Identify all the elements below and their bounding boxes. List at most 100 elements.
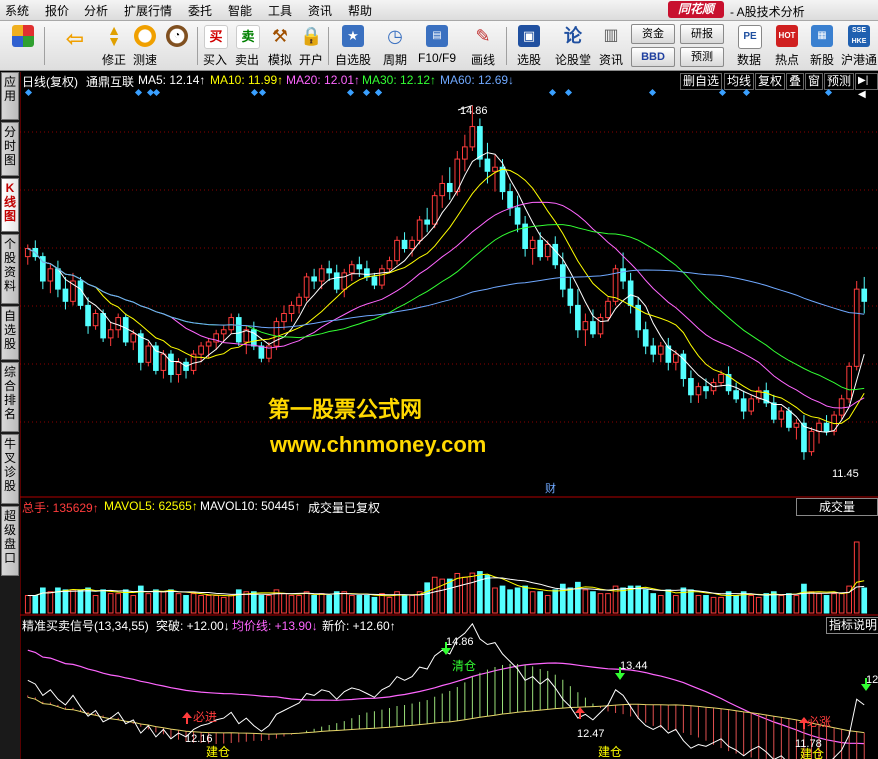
volume-bar xyxy=(198,595,204,614)
candle-body xyxy=(258,345,265,359)
stock-screen-button[interactable]: ▣ 选股 xyxy=(512,23,546,68)
stock-screen-label: 选股 xyxy=(516,53,541,67)
kline-chart[interactable]: 14.86 11.45 财 14.86 13.44 12.16 12.47 11… xyxy=(20,72,878,759)
menu-help[interactable]: 帮助 xyxy=(348,2,372,19)
menu-quote[interactable]: 报价 xyxy=(45,2,69,19)
data-label: 数据 xyxy=(736,53,761,67)
candle-body xyxy=(733,390,739,400)
trough2-label: 12.47 xyxy=(577,728,605,740)
menu-trade[interactable]: 委托 xyxy=(188,2,212,19)
candle-body xyxy=(431,195,438,225)
volume-bar xyxy=(612,585,619,614)
menu-extended-quote[interactable]: 扩展行情 xyxy=(124,2,172,19)
bbd-button[interactable]: BBD xyxy=(631,47,675,67)
signal-diamond xyxy=(362,88,371,97)
volume-bar xyxy=(665,589,672,614)
last-value-label: 12 xyxy=(866,674,878,686)
signal-diamond xyxy=(564,88,573,97)
side-tab-profile[interactable]: 个股资料 xyxy=(1,234,19,304)
info-button[interactable]: ▥ 资讯 xyxy=(594,23,628,68)
candle-body xyxy=(507,191,513,209)
buy-arrow-icon xyxy=(575,707,585,713)
volume-bar xyxy=(213,595,219,614)
candle-body xyxy=(469,126,476,148)
data-button[interactable]: PE 数据 xyxy=(732,23,766,68)
draw-line-button[interactable]: ✎ 画线 xyxy=(466,23,500,68)
period-button[interactable]: ◷ 周期 xyxy=(378,23,412,68)
volume-bar xyxy=(145,593,152,614)
candle-body xyxy=(205,341,212,347)
volume-bar xyxy=(47,591,54,614)
candle-body xyxy=(296,296,302,306)
forum-button[interactable]: 论 论股堂 xyxy=(555,23,591,68)
volume-bar xyxy=(552,589,559,614)
volume-bar xyxy=(755,596,762,614)
candle-body xyxy=(303,276,310,298)
side-tab-ranking[interactable]: 综合排名 xyxy=(1,362,19,432)
side-tab-level2[interactable]: 超级盘口 xyxy=(1,506,19,576)
menu-system[interactable]: 系统 xyxy=(5,2,29,19)
grid-button[interactable] xyxy=(6,23,40,68)
fund-button[interactable]: 资金 xyxy=(631,24,675,44)
side-tab-diagnosis[interactable]: 牛叉诊股 xyxy=(1,434,19,504)
forecast-button[interactable]: 预测 xyxy=(680,47,724,67)
watermark-title: 第一股票公式网 xyxy=(268,397,423,422)
volume-bar xyxy=(190,593,197,614)
candle-body xyxy=(748,398,755,412)
side-tab-kline[interactable]: K线图 xyxy=(1,178,19,232)
volume-bar xyxy=(24,595,31,614)
back-button[interactable]: ⇦ xyxy=(58,23,92,68)
volume-bar xyxy=(220,596,227,614)
menu-smart[interactable]: 智能 xyxy=(228,2,252,19)
volume-bar xyxy=(364,595,370,614)
volume-bar xyxy=(100,589,106,614)
watchlist-button[interactable]: ★ 自选股 xyxy=(335,23,371,68)
candle-body xyxy=(379,268,385,286)
hk-connect-button[interactable]: SSE HKE 沪港通 xyxy=(841,23,877,68)
hot-button[interactable]: HOT 热点 xyxy=(770,23,804,68)
open-account-button[interactable]: 🔒 开户 xyxy=(294,23,328,68)
volume-bar xyxy=(115,593,122,614)
watchlist-label: 自选股 xyxy=(334,53,371,67)
volume-bar xyxy=(243,591,250,614)
volume-bar xyxy=(85,587,91,614)
volume-bar xyxy=(544,595,551,614)
menu-news[interactable]: 资讯 xyxy=(308,2,332,19)
peak1-label: 14.86 xyxy=(446,636,474,648)
candle-body xyxy=(341,272,348,290)
candle-body xyxy=(552,243,559,266)
volume-bar xyxy=(861,587,868,614)
menu-analysis[interactable]: 分析 xyxy=(84,2,108,19)
candle-body xyxy=(823,422,830,432)
volume-bar xyxy=(484,574,491,614)
speedtest-button[interactable]: 测速 xyxy=(128,23,162,68)
ma60-line xyxy=(27,248,865,329)
volume-bar xyxy=(657,595,664,614)
side-tab-watchlist[interactable]: 自选股 xyxy=(1,306,19,360)
volume-bar xyxy=(137,585,144,614)
app-window: 系统 报价 分析 扩展行情 委托 智能 工具 资讯 帮助 同花顺 - A股技术分… xyxy=(0,0,878,759)
side-tabs: 应用 分时图 K线图 个股资料 自选股 综合排名 牛叉诊股 超级盘口 xyxy=(0,72,20,759)
volume-bar xyxy=(831,593,837,614)
volume-bar xyxy=(356,595,363,614)
f10-button[interactable]: ▤ F10/F9 xyxy=(418,23,456,68)
volume-bar xyxy=(680,587,687,614)
side-tab-intraday[interactable]: 分时图 xyxy=(1,122,19,176)
candle-body xyxy=(273,321,280,347)
watermark-url: www.chnmoney.com xyxy=(270,432,487,457)
menu-tools[interactable]: 工具 xyxy=(268,2,292,19)
info-label: 资讯 xyxy=(598,53,623,67)
signal-diamond xyxy=(648,88,657,97)
research-button[interactable]: 研报 xyxy=(680,24,724,44)
new-stock-button[interactable]: ▦ 新股 xyxy=(805,23,839,68)
candle-body xyxy=(770,402,777,420)
side-tab-apps[interactable]: 应用 xyxy=(1,72,19,120)
candle-body xyxy=(439,182,446,197)
clock-button[interactable]: ◔ xyxy=(160,23,194,68)
volume-bar xyxy=(303,591,310,614)
candle-body xyxy=(808,430,815,453)
candle-body xyxy=(778,410,785,420)
candle-body xyxy=(175,361,182,375)
volume-bar xyxy=(77,589,84,614)
build-signal-3: 建仓 xyxy=(800,747,824,759)
